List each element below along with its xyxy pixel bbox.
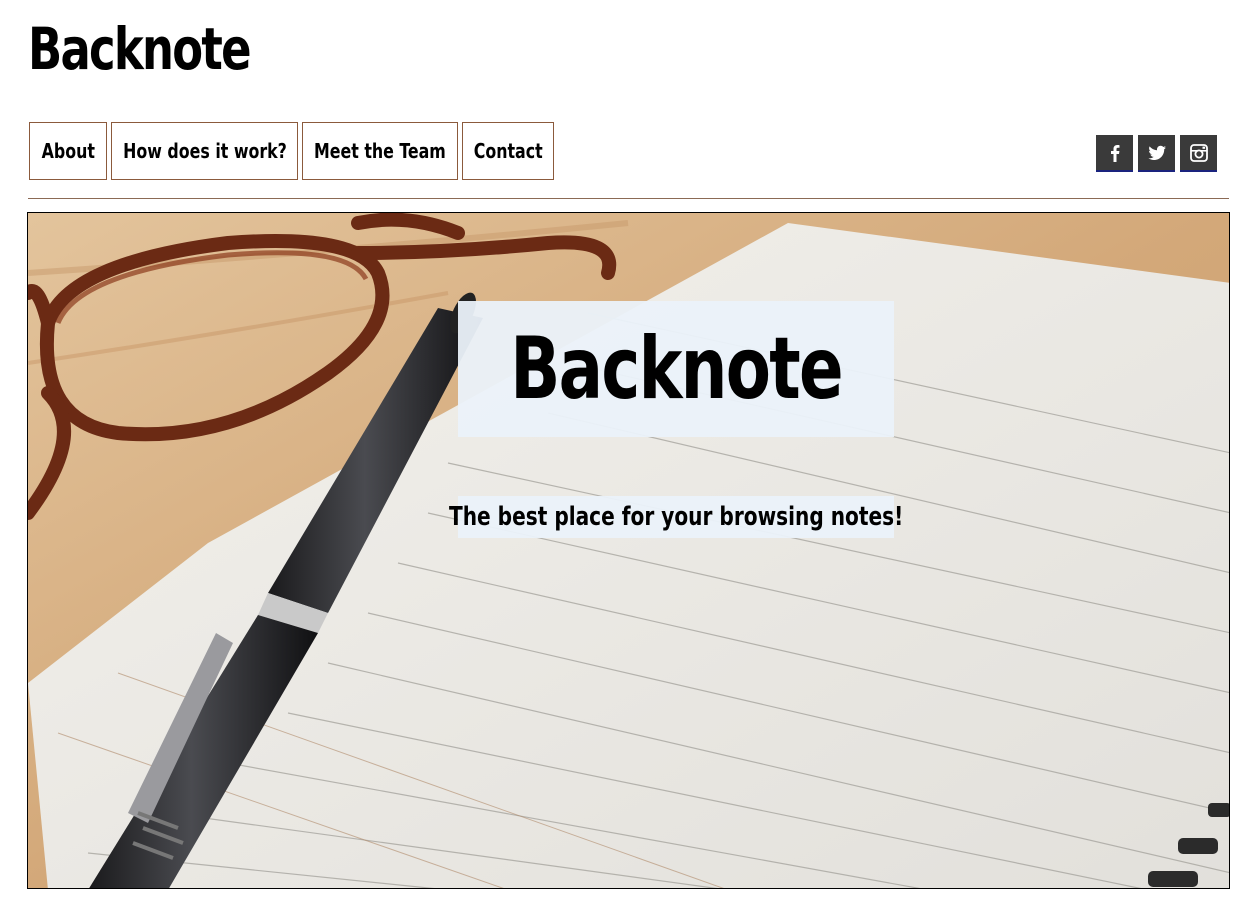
facebook-link[interactable] [1096,135,1133,172]
twitter-icon [1147,145,1166,160]
main-nav: About How does it work? Meet the Team Co… [29,122,558,180]
instagram-link[interactable] [1180,135,1217,172]
nav-item-label: How does it work? [122,139,287,163]
nav-item-label: Contact [473,139,543,163]
nav-item-contact[interactable]: Contact [462,122,554,180]
nav-item-how-it-works[interactable]: How does it work? [111,122,298,180]
twitter-link[interactable] [1138,135,1175,172]
nav-item-label: Meet the Team [314,139,446,163]
hero-banner: Backnote The best place for your browsin… [27,212,1230,889]
hero-title-box: Backnote [458,301,894,437]
social-links [1096,135,1217,172]
nav-item-meet-the-team[interactable]: Meet the Team [302,122,458,180]
instagram-icon [1189,143,1208,162]
hero-title: Backnote [510,319,843,419]
facebook-icon [1110,144,1119,162]
nav-item-label: About [41,139,95,163]
header-divider [28,198,1229,199]
hero-subtitle-box: The best place for your browsing notes! [449,496,903,538]
site-title: Backnote [28,15,252,83]
hero-subtitle: The best place for your browsing notes! [448,502,904,532]
nav-item-about[interactable]: About [29,122,107,180]
